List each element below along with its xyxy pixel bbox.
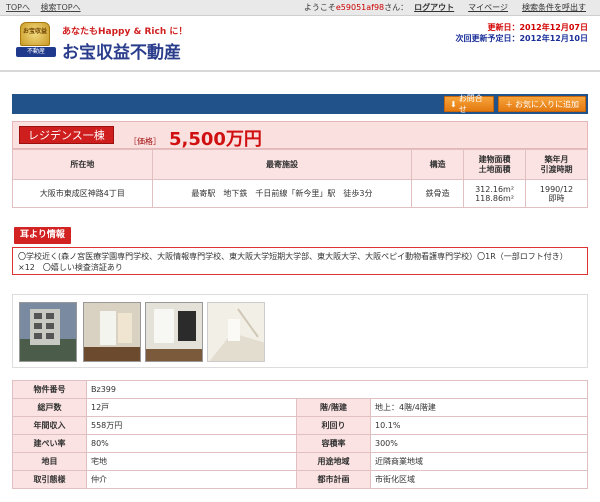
- table-row: 建ぺい率 80% 容積率 300%: [12, 434, 588, 453]
- header-built: 築年月 引渡時期: [525, 149, 588, 180]
- station-cell: 最寄駅 地下鉄 千日前線「新今里」駅 徒歩3分: [151, 179, 413, 208]
- photo-thumbnail[interactable]: [145, 302, 203, 362]
- ears-info-text: 〇学校近く(森ノ宮医療学園専門学校、大阪情報専門学校、東大阪大学短期大学部、東大…: [12, 247, 588, 275]
- add-favorite-button[interactable]: ＋ お気に入りに追加: [498, 96, 586, 112]
- search-top-link[interactable]: 検索TOPへ: [41, 3, 81, 12]
- property-type-badge: レジデンス一棟: [19, 126, 114, 144]
- price-label: ［価格］: [129, 137, 161, 146]
- header-nearest: 最寄施設: [151, 149, 413, 180]
- photo-gallery: [12, 294, 588, 368]
- logout-link[interactable]: ログアウト: [414, 2, 454, 13]
- structure-cell: 鉄骨造: [411, 179, 465, 208]
- property-heading: レジデンス一棟 ［価格］ 5,500万円: [12, 121, 588, 150]
- price-value: 5,500万円: [169, 129, 262, 150]
- photo-thumbnail[interactable]: [207, 302, 265, 362]
- summary-table: 所在地 最寄施設 構造 建物面積 土地面積 築年月 引渡時期 大阪市東成区神路4…: [12, 149, 588, 208]
- table-row: 年間収入 558万円 利回り 10.1%: [12, 416, 588, 435]
- next-update-date: 次回更新予定日：2012年12月10日: [455, 34, 588, 43]
- table-row: 地目 宅地 用途地域 近隣商業地域: [12, 452, 588, 471]
- detail-table: 物件番号 Bz399 総戸数 12戸 階/階建 地上：4階/4階建 年間収入 5…: [12, 380, 588, 489]
- header-location: 所在地: [12, 149, 153, 180]
- site-title[interactable]: お宝収益不動産: [62, 38, 181, 63]
- plus-icon: ＋: [505, 99, 513, 109]
- table-row: 取引態様 仲介 都市計画 市街化区域: [12, 470, 588, 489]
- built-cell: 1990/12 即時: [525, 179, 588, 208]
- site-header: お宝収益 不動産 あなたもHappy & Rich に！ お宝収益不動産 更新日…: [0, 16, 600, 72]
- top-link[interactable]: TOPへ: [6, 3, 30, 12]
- top-navbar: TOPへ 検索TOPへ ようこそe59051af98さん： ログアウト マイペー…: [0, 0, 600, 16]
- logo-base: 不動産: [16, 47, 56, 57]
- update-dates: 更新日：2012年12月07日 次回更新予定日：2012年12月10日: [455, 22, 588, 44]
- header-structure: 構造: [411, 149, 465, 180]
- ears-info-badge: 耳より情報: [14, 227, 71, 244]
- site-tagline: あなたもHappy & Rich に！: [62, 27, 188, 37]
- inquiry-button[interactable]: ⬇ お問合せ: [444, 94, 494, 114]
- logo-gold-icon: お宝収益: [20, 22, 50, 46]
- site-logo[interactable]: お宝収益 不動産: [16, 22, 56, 64]
- table-row: 物件番号 Bz399: [12, 380, 588, 399]
- arrow-down-icon: ⬇: [450, 99, 457, 109]
- address-cell: 大阪市東成区神路4丁目: [12, 179, 153, 208]
- welcome-text: ようこそe59051af98さん：: [303, 3, 409, 12]
- photo-thumbnail[interactable]: [83, 302, 141, 362]
- saved-search-link[interactable]: 検索条件を呼出す: [522, 2, 586, 13]
- mypage-link[interactable]: マイページ: [468, 2, 508, 13]
- header-area: 建物面積 土地面積: [463, 149, 527, 180]
- photo-thumbnail[interactable]: [19, 302, 77, 362]
- area-cell: 312.16m² 118.86m²: [463, 179, 527, 208]
- table-row: 総戸数 12戸 階/階建 地上：4階/4階建: [12, 398, 588, 417]
- updated-date: 更新日：2012年12月07日: [487, 23, 588, 32]
